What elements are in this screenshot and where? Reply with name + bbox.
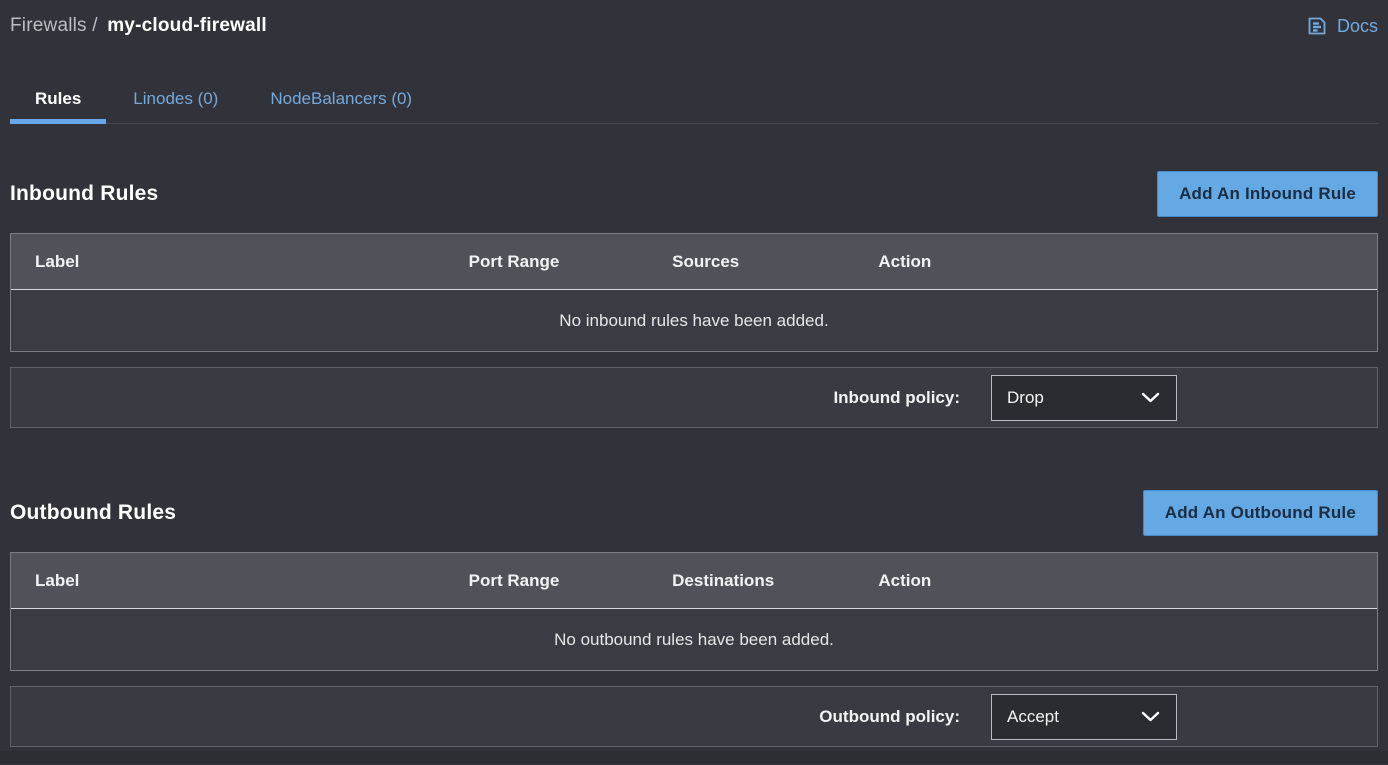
outbound-column-label: Label (11, 571, 469, 591)
inbound-rules-table: Label Port Range Sources Action No inbou… (10, 233, 1378, 352)
inbound-table-header: Label Port Range Sources Action (11, 234, 1377, 290)
tab-rules[interactable]: Rules (10, 87, 106, 123)
inbound-empty-message: No inbound rules have been added. (559, 311, 828, 331)
document-icon (1305, 14, 1329, 38)
chevron-down-icon (1141, 392, 1160, 403)
breadcrumb-current-firewall: my-cloud-firewall (107, 15, 267, 36)
inbound-column-action: Action (878, 252, 1377, 272)
inbound-rules-title: Inbound Rules (10, 182, 158, 206)
inbound-policy-box: Inbound policy: Drop (10, 367, 1378, 428)
outbound-empty-row: No outbound rules have been added. (11, 609, 1377, 670)
outbound-rules-title: Outbound Rules (10, 501, 176, 525)
outbound-rules-table: Label Port Range Destinations Action No … (10, 552, 1378, 671)
outbound-policy-selected-value: Accept (1007, 707, 1059, 727)
top-bar: Firewalls / my-cloud-firewall Docs (10, 12, 1378, 40)
inbound-column-label: Label (11, 252, 469, 272)
tab-linodes[interactable]: Linodes (0) (108, 87, 243, 123)
outbound-policy-box: Outbound policy: Accept (10, 686, 1378, 747)
inbound-policy-label: Inbound policy: (833, 388, 960, 408)
breadcrumb: Firewalls / my-cloud-firewall (10, 15, 267, 37)
chevron-down-icon (1141, 711, 1160, 722)
outbound-policy-select[interactable]: Accept (991, 694, 1177, 740)
inbound-column-port-range: Port Range (469, 252, 673, 272)
page-bottom-edge (0, 751, 1388, 763)
add-outbound-rule-button[interactable]: Add An Outbound Rule (1143, 490, 1378, 536)
docs-link[interactable]: Docs (1305, 14, 1378, 38)
tab-nodebalancers[interactable]: NodeBalancers (0) (245, 87, 437, 123)
outbound-column-destinations: Destinations (672, 571, 878, 591)
tab-bar: Rules Linodes (0) NodeBalancers (0) (10, 87, 1378, 124)
outbound-column-port-range: Port Range (469, 571, 673, 591)
inbound-section-header: Inbound Rules Add An Inbound Rule (10, 171, 1378, 217)
outbound-section-header: Outbound Rules Add An Outbound Rule (10, 490, 1378, 536)
inbound-column-sources: Sources (672, 252, 878, 272)
docs-link-label: Docs (1337, 16, 1378, 37)
breadcrumb-firewalls-link[interactable]: Firewalls / (10, 15, 98, 36)
add-inbound-rule-button[interactable]: Add An Inbound Rule (1157, 171, 1378, 217)
outbound-policy-label: Outbound policy: (819, 707, 960, 727)
inbound-policy-select[interactable]: Drop (991, 375, 1177, 421)
outbound-table-header: Label Port Range Destinations Action (11, 553, 1377, 609)
outbound-column-action: Action (878, 571, 1377, 591)
outbound-empty-message: No outbound rules have been added. (554, 630, 834, 650)
inbound-empty-row: No inbound rules have been added. (11, 290, 1377, 351)
inbound-policy-selected-value: Drop (1007, 388, 1044, 408)
